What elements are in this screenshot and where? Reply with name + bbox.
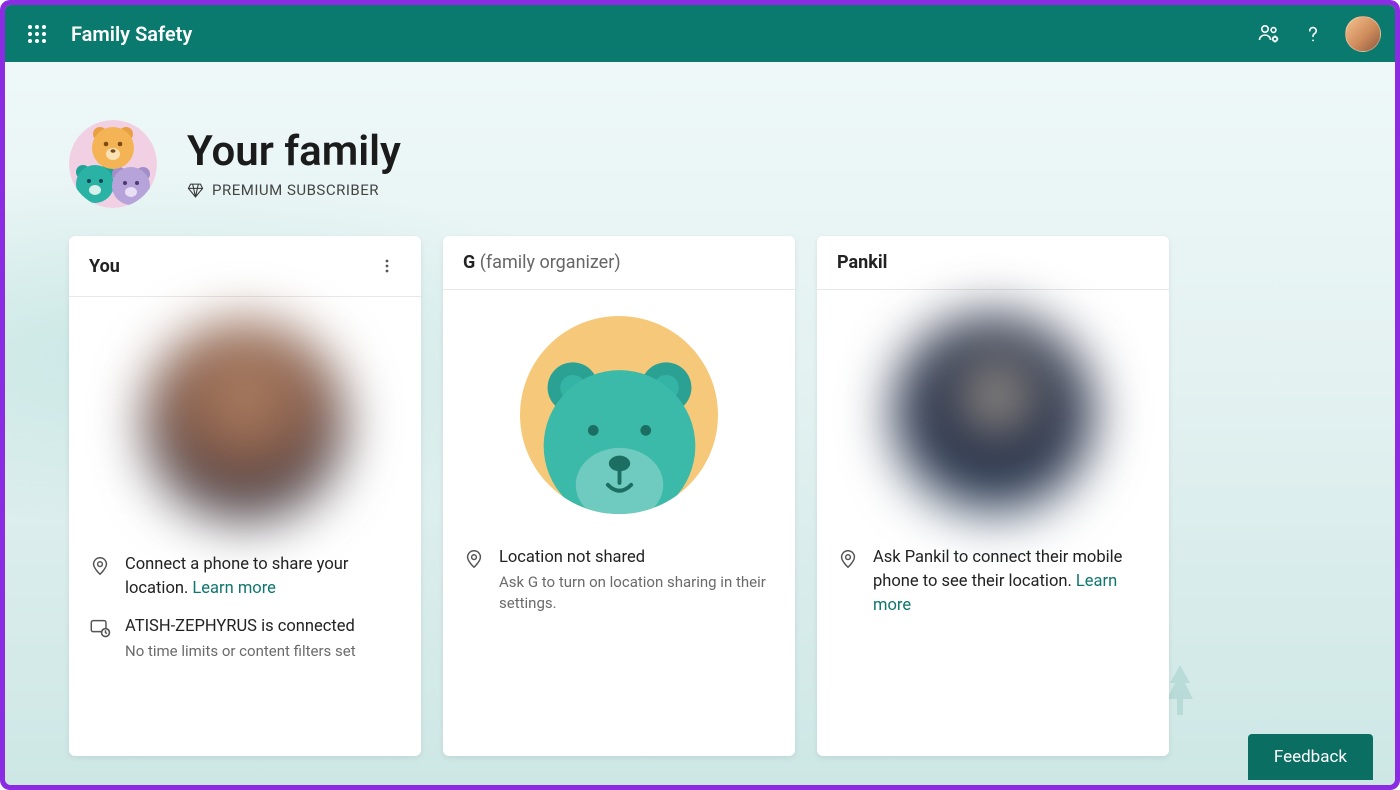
location-status-sub: Ask G to turn on location sharing in the… xyxy=(499,572,775,614)
page-header: Your family PREMIUM SUBSCRIBER xyxy=(69,120,1331,208)
device-clock-icon xyxy=(89,617,111,639)
card-name: You xyxy=(89,256,120,277)
member-role: (family organizer) xyxy=(480,252,621,273)
app-window: Family Safety xyxy=(5,5,1395,785)
family-logo xyxy=(69,120,157,208)
card-name: G (family organizer) xyxy=(463,252,621,273)
family-card-you[interactable]: You xyxy=(69,236,421,756)
card-header: You xyxy=(69,236,421,297)
family-card-pankil[interactable]: Pankil xyxy=(817,236,1169,756)
device-status-sub: No time limits or content filters set xyxy=(125,641,356,662)
card-more-button[interactable] xyxy=(373,252,401,280)
family-card-g[interactable]: G (family organizer) xyxy=(443,236,795,756)
learn-more-link[interactable]: Learn more xyxy=(192,579,275,598)
location-status-text: Location not shared xyxy=(499,546,775,570)
app-header: Family Safety xyxy=(5,5,1395,62)
app-launcher-button[interactable] xyxy=(19,16,55,52)
member-name: G xyxy=(463,252,475,273)
location-status-row: Connect a phone to share your location. … xyxy=(89,553,401,601)
location-status-row: Ask Pankil to connect their mobile phone… xyxy=(837,546,1149,618)
location-icon xyxy=(463,548,485,570)
card-header: G (family organizer) xyxy=(443,236,795,290)
card-header: Pankil xyxy=(817,236,1169,290)
people-settings-icon xyxy=(1257,22,1281,46)
card-name: Pankil xyxy=(837,252,887,273)
user-avatar-button[interactable] xyxy=(1345,16,1381,52)
waffle-icon xyxy=(27,24,47,44)
window-frame: Family Safety xyxy=(0,0,1400,790)
location-status-text: Ask Pankil to connect their mobile phone… xyxy=(873,548,1122,615)
member-name: You xyxy=(89,256,120,277)
diamond-icon xyxy=(187,182,204,199)
more-vertical-icon xyxy=(379,258,395,274)
help-icon xyxy=(1302,23,1324,45)
member-avatar xyxy=(443,290,795,540)
location-status-text: Connect a phone to share your location. … xyxy=(125,555,348,598)
location-status-row: Location not shared Ask G to turn on loc… xyxy=(463,546,775,614)
app-title: Family Safety xyxy=(71,22,192,46)
family-cards-row: You xyxy=(69,236,1331,756)
feedback-button[interactable]: Feedback xyxy=(1248,734,1373,780)
location-icon xyxy=(837,548,859,570)
location-icon xyxy=(89,555,111,577)
member-avatar xyxy=(817,290,1169,540)
subscriber-label: PREMIUM SUBSCRIBER xyxy=(212,181,379,199)
member-name: Pankil xyxy=(837,252,887,273)
subscriber-badge: PREMIUM SUBSCRIBER xyxy=(187,181,401,199)
help-button[interactable] xyxy=(1291,12,1335,56)
family-management-button[interactable] xyxy=(1247,12,1291,56)
page-title: Your family xyxy=(187,129,401,175)
device-status-row: ATISH-ZEPHYRUS is connected No time limi… xyxy=(89,615,401,662)
member-avatar xyxy=(69,297,421,547)
main-scroll-area[interactable]: Your family PREMIUM SUBSCRIBER xyxy=(5,62,1395,785)
main-content: Your family PREMIUM SUBSCRIBER xyxy=(5,62,1395,785)
device-status-text: ATISH-ZEPHYRUS is connected xyxy=(125,615,356,639)
